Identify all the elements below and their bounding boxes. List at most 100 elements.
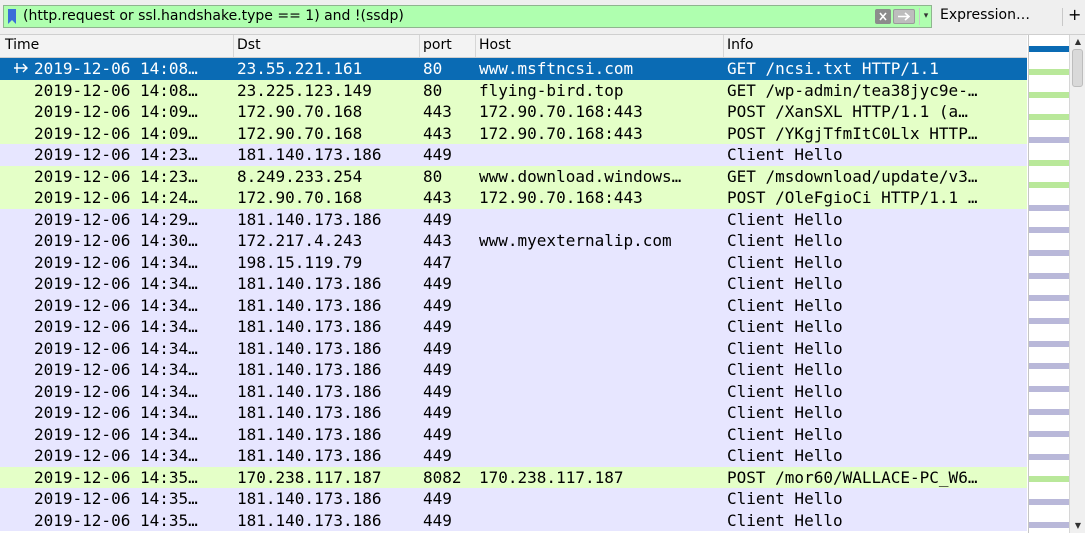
packet-port-cell: 443: [423, 102, 452, 121]
packet-row[interactable]: 2019-12-06 14:23… 8.249.233.254 80 www.down…: [0, 165, 1027, 187]
packet-time-cell: 2019-12-06 14:34…: [34, 381, 198, 401]
scrollbar-thumb[interactable]: [1072, 49, 1083, 87]
packet-info-cell: Client Hello: [727, 252, 843, 272]
packet-time-cell: 2019-12-06 14:35…: [34, 489, 198, 508]
packet-time-cell: 2019-12-06 14:23…: [34, 145, 198, 164]
column-divider[interactable]: [233, 35, 234, 57]
packet-info-cell: GET /msdownload/update/v3…: [727, 166, 978, 186]
packet-time-cell: 2019-12-06 14:35…: [34, 510, 198, 530]
packet-dst-cell: 181.140.173.186: [237, 381, 382, 401]
minimap-packet-mark: [1029, 476, 1070, 482]
packet-time-cell: 2019-12-06 14:34…: [34, 317, 198, 336]
packet-time-cell: 2019-12-06 14:08…: [34, 59, 198, 78]
scroll-down-icon[interactable]: ▼: [1073, 521, 1083, 531]
packet-time-cell: 2019-12-06 14:35…: [34, 467, 198, 487]
packet-info-cell: Client Hello: [727, 360, 843, 379]
packet-time-cell: 2019-12-06 14:34…: [34, 446, 198, 465]
column-divider[interactable]: [723, 35, 724, 57]
packet-row[interactable]: 2019-12-06 14:34… 181.140.173.186 449 Clien…: [0, 359, 1027, 381]
packet-row[interactable]: 2019-12-06 14:34… 181.140.173.186 449 Clien…: [0, 316, 1027, 338]
packet-host-cell: 172.90.70.168:443: [479, 188, 643, 207]
packet-row[interactable]: 2019-12-06 14:34… 181.140.173.186 449 Clien…: [0, 294, 1027, 316]
packet-time-cell: 2019-12-06 14:34…: [34, 295, 198, 315]
packet-row[interactable]: 2019-12-06 14:35… 181.140.173.186 449 Clien…: [0, 488, 1027, 510]
packet-dst-cell: 181.140.173.186: [237, 295, 382, 315]
vertical-scrollbar[interactable]: ▲ ▼: [1069, 35, 1085, 533]
packet-dst-cell: 23.225.123.149: [237, 80, 372, 100]
minimap-packet-mark: [1029, 137, 1070, 143]
packet-row[interactable]: 2019-12-06 14:35… 170.238.117.187 8082 170.…: [0, 466, 1027, 488]
add-filter-button[interactable]: +: [1068, 5, 1081, 24]
packet-row[interactable]: 2019-12-06 14:34… 181.140.173.186 449 Clien…: [0, 337, 1027, 359]
packet-row[interactable]: 2019-12-06 14:08… 23.225.123.149 80 flying-…: [0, 79, 1027, 101]
packet-time-cell: 2019-12-06 14:34…: [34, 403, 198, 422]
packet-row[interactable]: 2019-12-06 14:08… 23.55.221.161 80 www.msft…: [0, 58, 1027, 80]
packet-dst-cell: 181.140.173.186: [237, 424, 382, 444]
packet-row[interactable]: 2019-12-06 14:09… 172.90.70.168 443 172.90.…: [0, 101, 1027, 123]
packet-info-cell: GET /wp-admin/tea38jyc9e-…: [727, 80, 978, 100]
packet-minimap[interactable]: [1028, 35, 1070, 533]
packet-time-cell: 2019-12-06 14:29…: [34, 209, 198, 229]
packet-host-cell: 172.90.70.168:443: [479, 123, 643, 143]
apply-filter-icon[interactable]: [893, 9, 915, 24]
minimap-packet-mark: [1029, 341, 1070, 347]
column-header-time[interactable]: Time: [5, 37, 39, 53]
minimap-packet-mark: [1029, 114, 1070, 120]
packet-port-cell: 8082: [423, 467, 462, 487]
packet-info-cell: POST /mor60/WALLACE-PC_W6…: [727, 467, 978, 487]
column-divider[interactable]: [419, 35, 420, 57]
packet-list[interactable]: Time Dst port Host Info 2019-12-06 14:08…: [0, 35, 1027, 533]
packet-dst-cell: 181.140.173.186: [237, 317, 382, 336]
packet-row[interactable]: 2019-12-06 14:30… 172.217.4.243 443 www.mye…: [0, 230, 1027, 252]
packet-port-cell: 443: [423, 123, 452, 143]
packet-dst-cell: 172.217.4.243: [237, 231, 363, 250]
packet-row[interactable]: 2019-12-06 14:34… 198.15.119.79 447 Client …: [0, 251, 1027, 273]
packet-port-cell: 449: [423, 274, 452, 293]
packet-row[interactable]: 2019-12-06 14:23… 181.140.173.186 449 Clien…: [0, 144, 1027, 166]
packet-info-cell: Client Hello: [727, 295, 843, 315]
packet-row[interactable]: 2019-12-06 14:29… 181.140.173.186 449 Clien…: [0, 208, 1027, 230]
column-header-info[interactable]: Info: [727, 37, 754, 53]
packet-dst-cell: 172.90.70.168: [237, 123, 363, 143]
packet-info-cell: Client Hello: [727, 489, 843, 508]
packet-info-cell: GET /ncsi.txt HTTP/1.1: [727, 59, 939, 78]
bookmark-icon[interactable]: [8, 9, 16, 24]
packet-dst-cell: 181.140.173.186: [237, 403, 382, 422]
expression-button[interactable]: Expression…: [940, 7, 1030, 23]
packet-row[interactable]: 2019-12-06 14:34… 181.140.173.186 449 Clien…: [0, 445, 1027, 467]
column-header-dst[interactable]: Dst: [237, 37, 261, 53]
column-header-host[interactable]: Host: [479, 37, 511, 53]
packet-row[interactable]: 2019-12-06 14:24… 172.90.70.168 443 172.90.…: [0, 187, 1027, 209]
packet-dst-cell: 23.55.221.161: [237, 59, 363, 78]
packet-port-cell: 449: [423, 403, 452, 422]
packet-row[interactable]: 2019-12-06 14:34… 181.140.173.186 449 Clien…: [0, 402, 1027, 424]
column-header-port[interactable]: port: [423, 37, 452, 53]
minimap-packet-mark: [1029, 318, 1070, 324]
toolbar-divider: [1062, 8, 1063, 26]
packet-host-cell: www.myexternalip.com: [479, 231, 672, 250]
packet-dst-cell: 181.140.173.186: [237, 338, 382, 358]
packet-row[interactable]: 2019-12-06 14:34… 181.140.173.186 449 Clien…: [0, 273, 1027, 295]
packet-dst-cell: 181.140.173.186: [237, 209, 382, 229]
packet-port-cell: 449: [423, 317, 452, 336]
packet-list-header: Time Dst port Host Info: [0, 35, 1027, 58]
packet-row[interactable]: 2019-12-06 14:35… 181.140.173.186 449 Clien…: [0, 509, 1027, 531]
packet-dst-cell: 170.238.117.187: [237, 467, 382, 487]
packet-port-cell: 449: [423, 446, 452, 465]
minimap-packet-mark: [1029, 160, 1070, 166]
scroll-up-icon[interactable]: ▲: [1073, 37, 1083, 47]
clear-filter-icon[interactable]: [875, 9, 891, 24]
display-filter-input[interactable]: (http.request or ssl.handshake.type == 1…: [3, 5, 932, 28]
packet-row[interactable]: 2019-12-06 14:34… 181.140.173.186 449 Clien…: [0, 423, 1027, 445]
packet-time-cell: 2019-12-06 14:23…: [34, 166, 198, 186]
filter-expression-text[interactable]: (http.request or ssl.handshake.type == 1…: [23, 8, 404, 24]
column-divider[interactable]: [475, 35, 476, 57]
packet-dst-cell: 172.90.70.168: [237, 102, 363, 121]
packet-info-cell: Client Hello: [727, 424, 843, 444]
minimap-packet-mark: [1029, 431, 1070, 437]
packet-row[interactable]: 2019-12-06 14:09… 172.90.70.168 443 172.90.…: [0, 122, 1027, 144]
packet-host-cell: 172.90.70.168:443: [479, 102, 643, 121]
filter-history-dropdown-icon[interactable]: ▾: [919, 8, 932, 25]
packet-row[interactable]: 2019-12-06 14:34… 181.140.173.186 449 Clien…: [0, 380, 1027, 402]
minimap-packet-mark: [1029, 69, 1070, 75]
